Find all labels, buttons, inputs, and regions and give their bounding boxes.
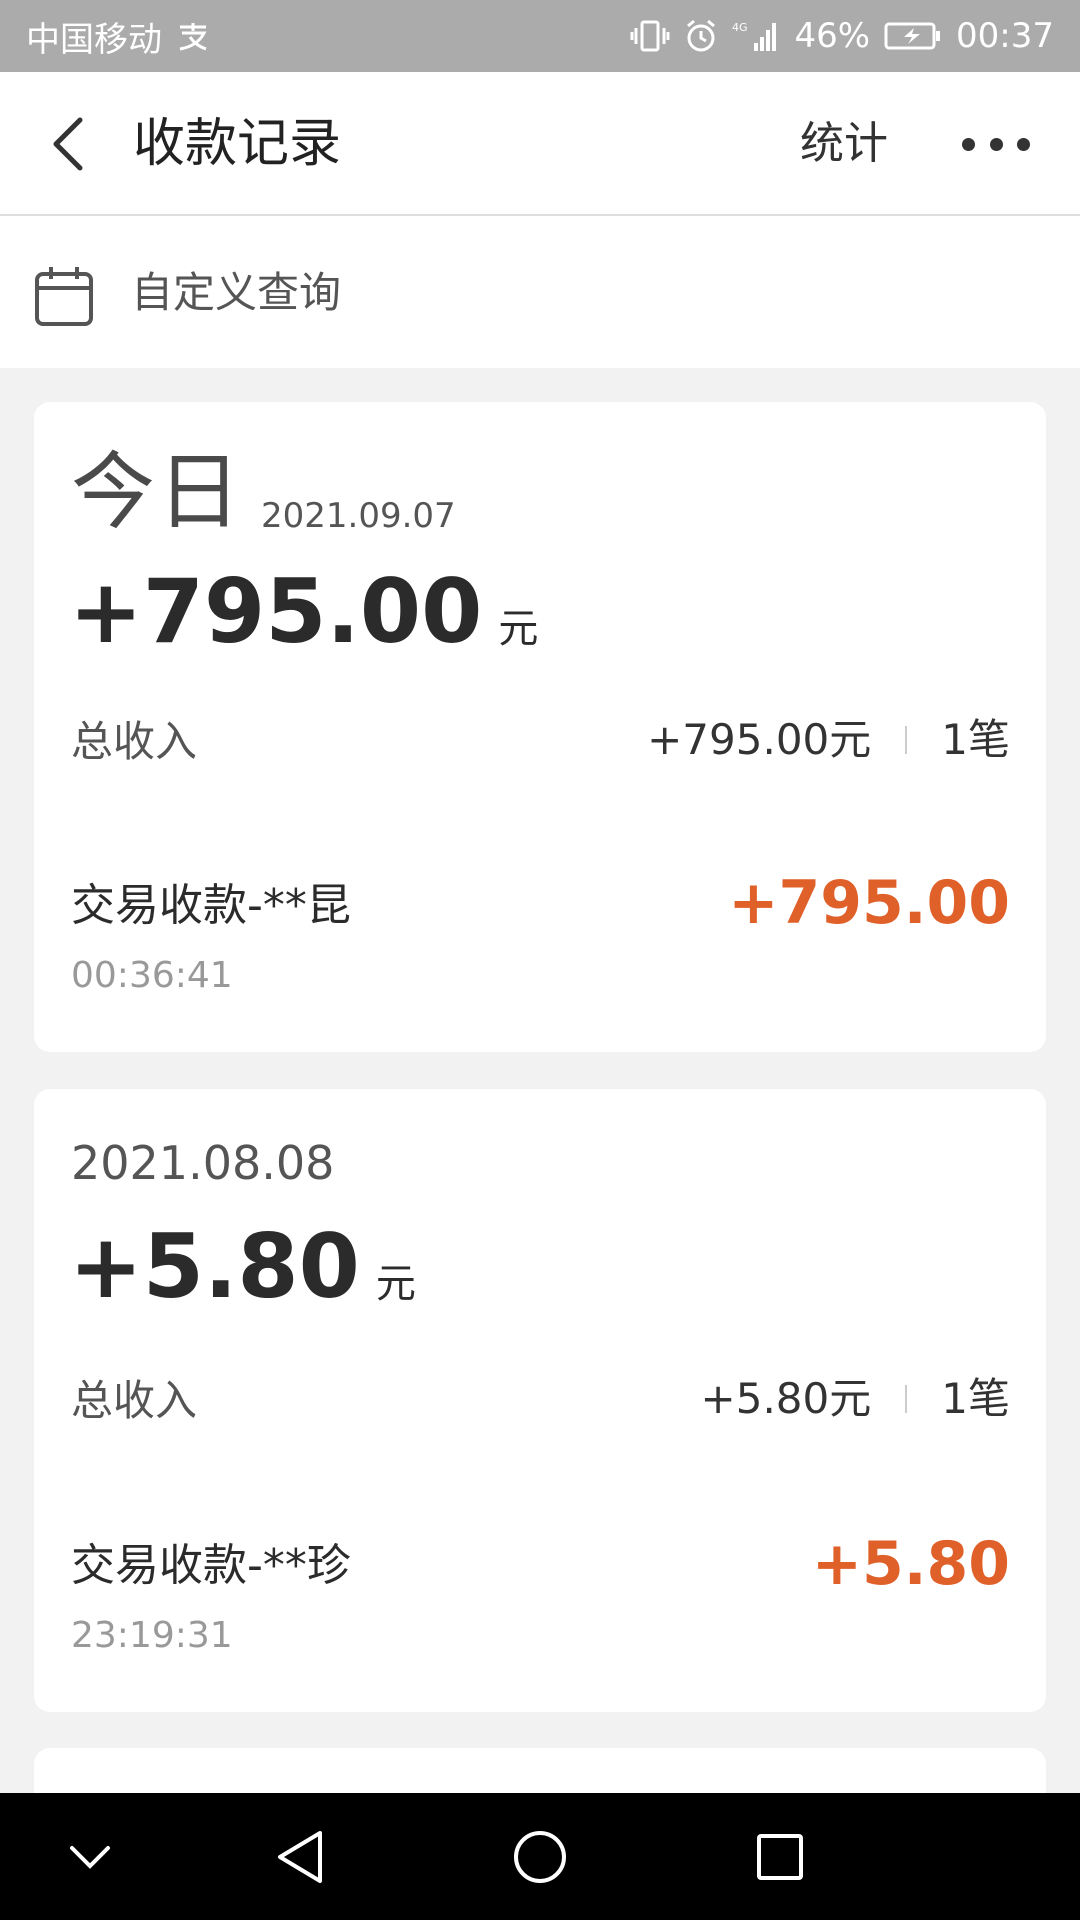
custom-query-bar[interactable]: 自定义查询 — [0, 216, 1080, 368]
nav-home-button[interactable] — [508, 1825, 572, 1889]
summary-label: 总收入 — [71, 717, 198, 766]
summary-divider — [905, 1385, 908, 1413]
stats-button[interactable]: 统计 — [800, 116, 888, 172]
day-total-amount: +795.00 — [69, 560, 483, 663]
battery-charging-icon — [884, 21, 942, 51]
day-card: 今日 2021.09.07 +795.00 元 总收入 +795.00元 1笔 … — [34, 402, 1046, 1052]
summary-stats: +795.00元 1笔 — [647, 714, 1010, 766]
day-label: 今日 — [71, 443, 244, 541]
summary-count: 1笔 — [941, 1374, 1010, 1423]
battery-percent: 46% — [794, 16, 871, 56]
transaction-time: 23:19:31 — [71, 1615, 233, 1656]
page-title: 收款记录 — [133, 114, 342, 174]
status-bar: 中国移动 4G 46% 00:37 — [0, 0, 1080, 72]
custom-query-label: 自定义查询 — [131, 268, 342, 317]
triangle-back-icon — [278, 1831, 322, 1883]
signal-icon: 4G — [732, 19, 780, 53]
transaction-time: 00:36:41 — [71, 955, 233, 996]
day-total-unit: 元 — [498, 606, 539, 652]
app-bar: 收款记录 统计 — [0, 72, 1080, 216]
day-total-amount: +5.80 — [69, 1215, 360, 1318]
system-nav-bar — [0, 1793, 1080, 1920]
summary-amount: +5.80元 — [700, 1374, 872, 1423]
summary-label: 总收入 — [71, 1376, 198, 1425]
back-arrow-icon — [53, 117, 83, 171]
square-recent-icon — [757, 1834, 803, 1880]
calendar-icon — [34, 264, 94, 332]
alipay-notification-icon — [176, 21, 210, 51]
day-total: +795.00 元 — [69, 562, 538, 662]
transaction-name: 交易收款-**珍 — [71, 1540, 351, 1591]
clock: 00:37 — [956, 16, 1054, 56]
transaction-name: 交易收款-**昆 — [71, 880, 351, 931]
more-dots-icon — [962, 137, 975, 151]
chevron-down-icon — [70, 1846, 110, 1869]
more-button[interactable] — [958, 122, 1034, 166]
summary-amount: +795.00元 — [647, 715, 872, 764]
circle-home-icon — [514, 1831, 566, 1883]
day-total: +5.80 元 — [69, 1217, 416, 1317]
summary-count: 1笔 — [941, 715, 1010, 764]
day-date: 2021.08.08 — [71, 1136, 335, 1190]
nav-recent-button[interactable] — [748, 1825, 812, 1889]
day-date: 2021.09.07 — [261, 496, 456, 536]
hide-nav-button[interactable] — [58, 1825, 122, 1889]
transaction-amount: +795.00 — [728, 868, 1010, 938]
day-total-unit: 元 — [375, 1261, 416, 1307]
alarm-icon — [684, 19, 718, 53]
back-button[interactable] — [36, 112, 100, 176]
vibrate-icon — [630, 19, 670, 53]
carrier-label: 中国移动 — [26, 19, 162, 60]
nav-back-button[interactable] — [268, 1825, 332, 1889]
summary-divider — [905, 726, 908, 754]
network-type-label: 4G — [732, 21, 748, 34]
transaction-amount: +5.80 — [811, 1529, 1010, 1599]
summary-stats: +5.80元 1笔 — [701, 1373, 1010, 1425]
day-card: 2021.08.08 +5.80 元 总收入 +5.80元 1笔 交易收款-**… — [34, 1089, 1046, 1712]
